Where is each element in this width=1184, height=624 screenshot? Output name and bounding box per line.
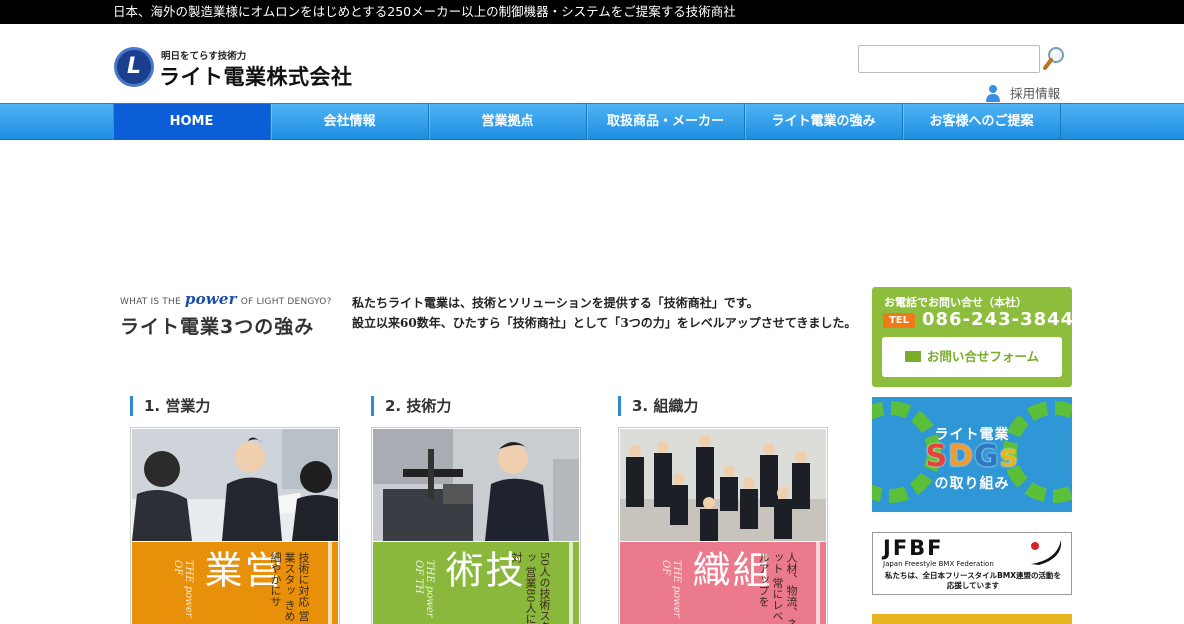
sdgs-letter: S <box>925 439 949 474</box>
main-nav: HOME 会社情報 営業拠点 取扱商品・メーカー ライト電業の強み お客様へのご… <box>0 103 1184 140</box>
logo-tagline: 明日をてらす技術力 <box>161 51 247 62</box>
phone-number[interactable]: 086-243-3844 <box>922 309 1074 330</box>
sales-meeting-photo <box>132 429 338 541</box>
nav-offices[interactable]: 営業拠点 <box>429 104 587 140</box>
site-logo[interactable]: L 明日をてらす技術力 ライト電業株式会社 <box>114 45 364 89</box>
nav-strengths[interactable]: ライト電業の強み <box>745 104 903 140</box>
nav-home[interactable]: HOME <box>113 104 271 140</box>
jfbf-logo-text: JFBF <box>883 536 944 560</box>
strength-heading-org: 3. 組織力 <box>618 396 698 416</box>
strength-heading-tech: 2. 技術力 <box>371 396 451 416</box>
sdgs-letter: s <box>999 439 1019 474</box>
team-group-photo <box>620 429 826 541</box>
tech-lab-photo <box>373 429 579 541</box>
nav-proposals[interactable]: お客様へのご提案 <box>903 104 1061 140</box>
strength-card-tech[interactable]: THE power OF TH 技術 50人の技術スタッ 営業80人に対 <box>371 427 581 624</box>
sdgs-banner[interactable]: ライト電業 SDGs の取り組み <box>872 397 1072 512</box>
tel-badge: TEL <box>883 313 915 328</box>
sdgs-logo-text: SDGs <box>872 439 1072 474</box>
contact-form-button[interactable]: お問い合せフォーム <box>882 337 1062 377</box>
sdgs-letter: D <box>948 439 975 474</box>
nav-products[interactable]: 取扱商品・メーカー <box>587 104 745 140</box>
contact-label: お電話でお問い合せ（本社） <box>884 296 1027 309</box>
contact-box: お電話でお問い合せ（本社） TEL 086-243-3844 お問い合せフォーム <box>872 287 1074 387</box>
top-banner: 日本、海外の製造業様にオムロンをはじめとする250メーカー以上の制御機器・システ… <box>0 0 1184 24</box>
tech-band: THE power OF TH 技術 50人の技術スタッ 営業80人に対 <box>373 542 579 624</box>
mail-icon <box>904 351 921 362</box>
strengths-heading: WHAT IS THE power OF LIGHT DENGYO? ライト電業3つ… <box>120 290 340 345</box>
recruit-link[interactable]: 採用情報 <box>985 82 1060 102</box>
strength-card-org[interactable]: THE power OF 組織 人材、物流、ネット 常にレベルアップを <box>618 427 828 624</box>
recruit-label: 採用情報 <box>1010 86 1061 101</box>
strength-card-sales[interactable]: THE power OF 営業 技術に対応 営業スタッ きめ細やかにサ <box>130 427 340 624</box>
search-input[interactable] <box>858 45 1040 73</box>
nav-company[interactable]: 会社情報 <box>271 104 429 140</box>
intro-text: 私たちライト電業は、技術とソリューションを提供する「技術商社」です。 設立以来6… <box>352 296 857 330</box>
person-icon <box>986 84 1000 102</box>
sales-band: THE power OF 営業 技術に対応 営業スタッ きめ細やかにサ <box>132 542 338 624</box>
search-icon[interactable] <box>1042 46 1066 72</box>
strengths-title: ライト電業3つの強み <box>120 316 315 338</box>
jfbf-banner[interactable]: JFBF Japan Freestyle BMX Federation 私たちは… <box>872 532 1072 595</box>
logo-mark-icon: L <box>114 47 154 87</box>
company-name: ライト電業株式会社 <box>159 65 353 89</box>
org-band: THE power OF 組織 人材、物流、ネット 常にレベルアップを <box>620 542 826 624</box>
strengths-tagline: WHAT IS THE power OF LIGHT DENGYO? <box>120 290 332 308</box>
bmx-swoosh-icon <box>1031 540 1062 565</box>
recruit-site-banner[interactable] <box>872 614 1072 624</box>
sdgs-letter: G <box>974 439 1000 474</box>
strength-heading-sales: 1. 営業力 <box>130 396 210 416</box>
